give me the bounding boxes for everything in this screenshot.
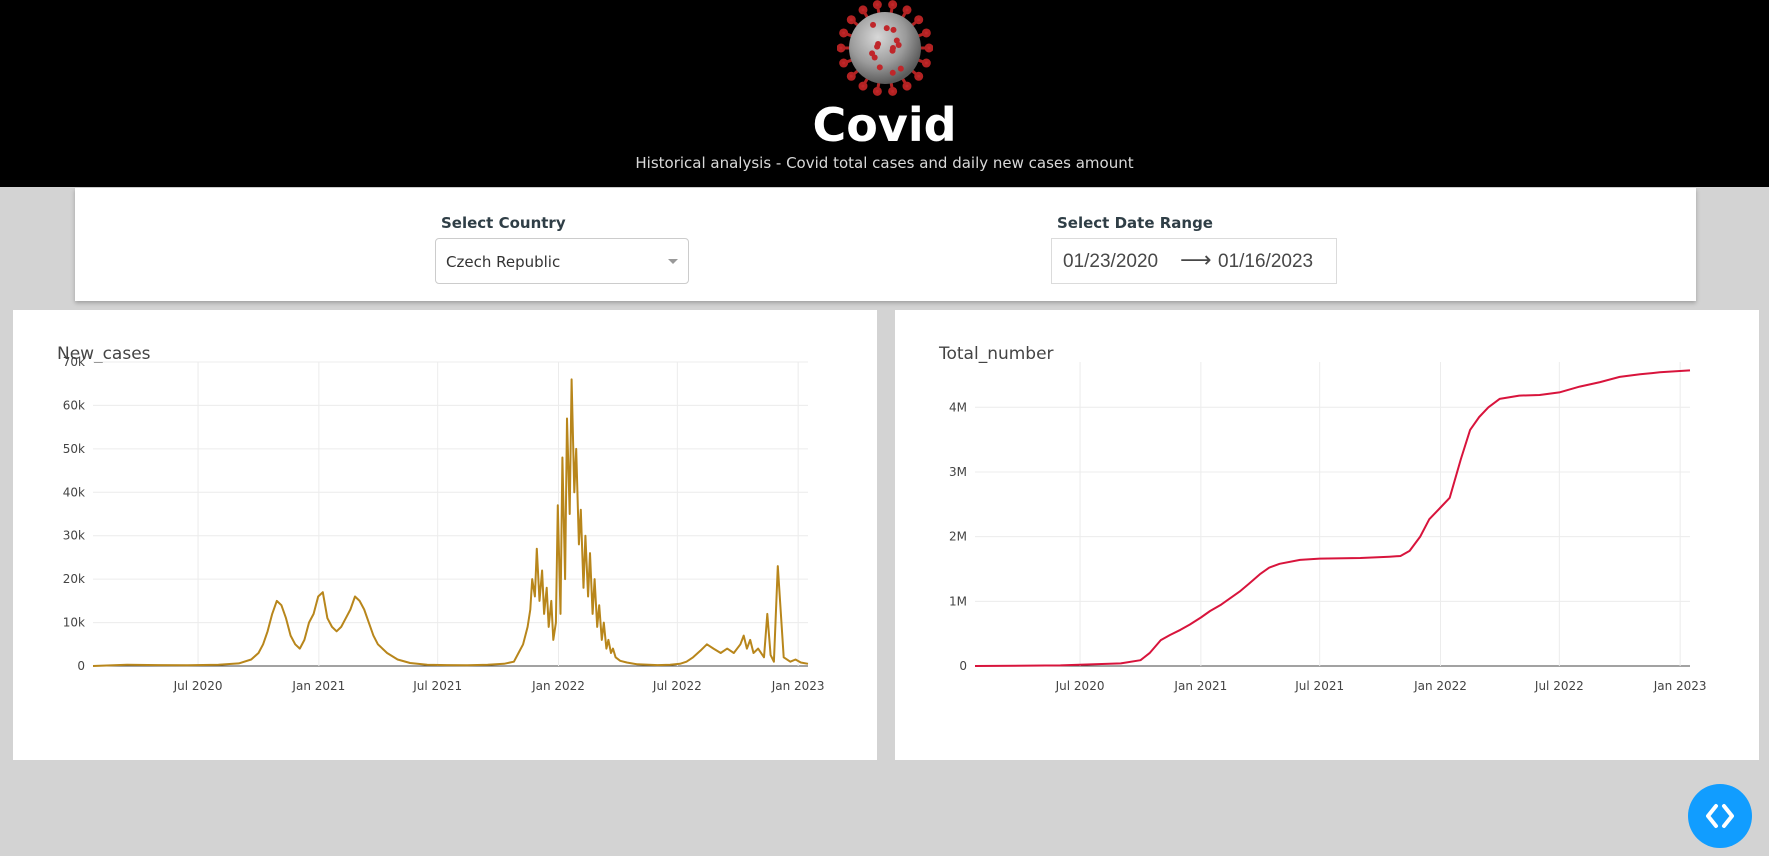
country-label: Select Country <box>441 214 566 232</box>
country-selected-value: Czech Republic <box>446 253 561 271</box>
date-range-picker[interactable]: 01/23/2020 ⟶ 01/16/2023 <box>1051 238 1337 284</box>
y-tick-label: 2M <box>949 530 967 544</box>
start-date-input[interactable]: 01/23/2020 <box>1063 251 1158 273</box>
y-tick-label: 70k <box>63 355 85 369</box>
code-toggle-button[interactable] <box>1688 784 1752 848</box>
app-header: Covid Historical analysis - Covid total … <box>0 0 1769 187</box>
y-tick-label: 0 <box>77 659 85 673</box>
coronavirus-icon <box>837 0 933 96</box>
x-tick-label: Jul 2022 <box>1534 679 1584 693</box>
end-date-input[interactable]: 01/16/2023 <box>1218 251 1313 273</box>
x-tick-label: Jan 2022 <box>531 679 585 693</box>
x-tick-label: Jan 2021 <box>291 679 345 693</box>
y-tick-label: 40k <box>63 485 85 499</box>
x-tick-label: Jan 2023 <box>771 679 825 693</box>
code-chevrons-icon <box>1706 804 1734 828</box>
y-tick-label: 30k <box>63 529 85 543</box>
y-tick-label: 50k <box>63 442 85 456</box>
x-tick-label: Jan 2022 <box>1413 679 1467 693</box>
total-number-chart-card: Total_number 0 1M 2M 3M 4M Jul 2020 Jan 2021 Ju… <box>895 310 1759 760</box>
chevron-down-icon[interactable] <box>668 259 678 264</box>
date-range-label: Select Date Range <box>1057 214 1213 232</box>
x-tick-label: Jul 2020 <box>1055 679 1105 693</box>
filter-panel: Select Country Czech Republic Select Dat… <box>75 188 1696 301</box>
x-tick-label: Jan 2023 <box>1653 679 1707 693</box>
page-title: Covid <box>812 98 957 152</box>
total-number-chart[interactable]: 0 1M 2M 3M 4M Jul 2020 Jan 2021 Jul 2021 Jan 202… <box>895 310 1759 760</box>
new-cases-chart-card: New_cases 0 10k 20k 30k 40k 50k 60k 70k Jul 2020… <box>13 310 877 760</box>
y-tick-label: 0 <box>959 659 967 673</box>
arrow-right-icon: ⟶ <box>1180 248 1212 273</box>
y-tick-label: 20k <box>63 572 85 586</box>
x-tick-label: Jul 2022 <box>652 679 702 693</box>
page-subtitle: Historical analysis - Covid total cases … <box>635 154 1134 172</box>
y-tick-label: 4M <box>949 400 967 414</box>
y-tick-label: 1M <box>949 594 967 608</box>
country-dropdown[interactable]: Czech Republic <box>435 238 689 284</box>
x-tick-label: Jul 2020 <box>173 679 223 693</box>
new-cases-chart[interactable]: 0 10k 20k 30k 40k 50k 60k 70k Jul 2020 Jan 2021 Ju… <box>13 310 877 760</box>
x-tick-label: Jul 2021 <box>1294 679 1344 693</box>
y-tick-label: 3M <box>949 465 967 479</box>
y-tick-label: 10k <box>63 616 85 630</box>
y-tick-label: 60k <box>63 398 85 412</box>
series-line <box>974 369 1691 667</box>
x-tick-label: Jan 2021 <box>1173 679 1227 693</box>
x-tick-label: Jul 2021 <box>412 679 462 693</box>
